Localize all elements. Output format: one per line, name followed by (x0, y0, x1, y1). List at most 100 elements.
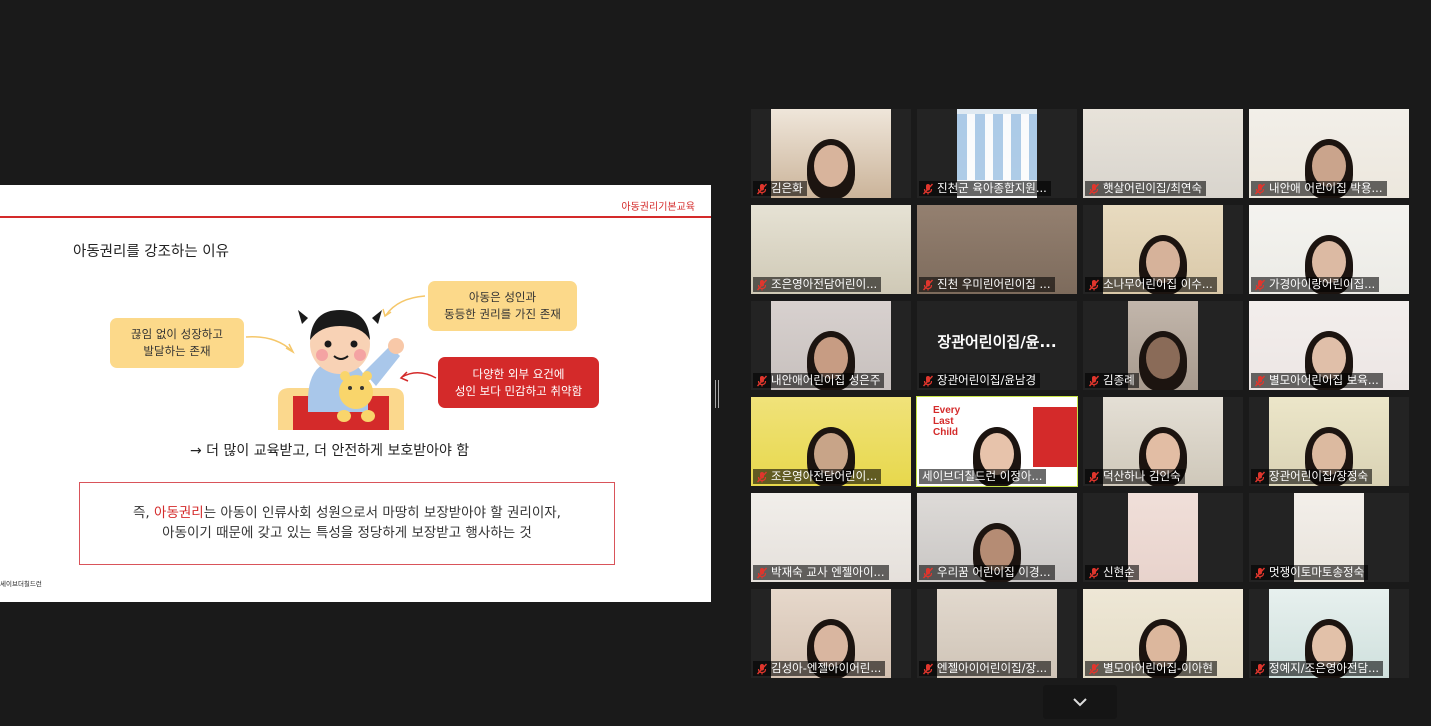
participant-tile[interactable]: 진천군 육아종합지원... (917, 109, 1077, 198)
mic-muted-icon (756, 279, 768, 290)
participant-name-label: 김은화 (753, 181, 807, 196)
participant-tile[interactable]: 내안애 어린이집 박용... (1249, 109, 1409, 198)
mic-muted-icon (756, 567, 768, 578)
participant-name-label: 신현순 (1085, 565, 1139, 580)
participant-name: 별모아어린이집-이아현 (1103, 661, 1213, 675)
participant-name-label: 장관어린이집/윤남경 (919, 373, 1041, 388)
child-with-teddy-illustration (278, 310, 404, 430)
participant-name-label: 조은영아전담어린이... (753, 469, 882, 484)
participant-name: 소나무어린이집 이수... (1103, 277, 1213, 291)
participant-name: 박재숙 교사 엔젤아이... (771, 565, 885, 579)
more-participants-button[interactable] (1043, 685, 1117, 719)
participant-name: 진천 우미린어린이집 ... (937, 277, 1051, 291)
participant-name-label: 진천 우미린어린이집 ... (919, 277, 1055, 292)
mic-muted-icon (922, 375, 934, 386)
participant-name: 장관어린이집/장정숙 (1269, 469, 1369, 483)
participant-name-placeholder: 장관어린이집/윤... (937, 333, 1057, 351)
mic-muted-icon (922, 279, 934, 290)
participant-tile[interactable]: 우리꿈 어린이집 이경... (917, 493, 1077, 582)
participant-name: 신현순 (1103, 565, 1135, 579)
participant-tile[interactable]: 박재숙 교사 엔젤아이... (751, 493, 911, 582)
participant-tile[interactable]: 정예지/조은영아전담... (1249, 589, 1409, 678)
mic-muted-icon (1254, 471, 1266, 482)
mic-muted-icon (922, 567, 934, 578)
participant-name-label: 조은영아전담어린이... (753, 277, 882, 292)
slide-summary-box: 즉, 아동권리는 아동이 인류사회 성원으로서 마땅히 보장받아야 할 권리이자… (79, 482, 615, 565)
participant-tile[interactable]: 엔젤아이어린이집/장... (917, 589, 1077, 678)
participant-name: 내안애어린이집 성은주 (771, 373, 881, 387)
participant-name-label: 내안애 어린이집 박용... (1251, 181, 1387, 196)
mic-muted-icon (1088, 279, 1100, 290)
participant-tile[interactable]: 장관어린이집/장정숙 (1249, 397, 1409, 486)
participant-name: 김성아-엔젤아이어린... (771, 661, 882, 675)
mic-muted-icon (1088, 567, 1100, 578)
participant-name: 김은화 (771, 181, 803, 195)
participant-tile[interactable]: 가경아이랑어린이집... (1249, 205, 1409, 294)
mic-muted-icon (1254, 279, 1266, 290)
participant-tile[interactable]: 햇살어린이집/최연숙 (1083, 109, 1243, 198)
participant-tile[interactable]: Every Last Child 세이브더칠드런 이정아... (916, 396, 1078, 487)
split-resize-handle[interactable] (715, 380, 719, 408)
participant-name-label: 정예지/조은영아전담... (1251, 661, 1384, 676)
mic-muted-icon (1254, 567, 1266, 578)
participant-name-label: 우리꿈 어린이집 이경... (919, 565, 1055, 580)
participant-name: 조은영아전담어린이... (771, 469, 878, 483)
participant-tile[interactable]: 멋쟁이토마토송정숙 (1249, 493, 1409, 582)
slide-conclusion: → 더 많이 교육받고, 더 안전하게 보호받아야 함 (190, 443, 470, 459)
participant-tile[interactable]: 김성아-엔젤아이어린... (751, 589, 911, 678)
summary-line-1: 즉, 아동권리는 아동이 인류사회 성원으로서 마땅히 보장받아야 할 권리이자… (80, 503, 614, 523)
participant-tile[interactable]: 조은영아전담어린이... (751, 205, 911, 294)
participant-tile[interactable]: 덕산하나 김인숙 (1083, 397, 1243, 486)
mic-muted-icon (1088, 183, 1100, 194)
mic-muted-icon (756, 471, 768, 482)
participant-name: 햇살어린이집/최연숙 (1103, 181, 1203, 195)
participant-gallery: 김은화 진천군 육아종합지원... 햇살어린이집/최연숙 내안애 어린이집 박용...… (751, 109, 1410, 679)
video-meeting-window: 아동권리기본교육 아동권리를 강조하는 이유 끊임 없이 성장하고 발달하는 존… (0, 0, 1431, 726)
participant-name-label: 멋쟁이토마토송정숙 (1251, 565, 1369, 580)
summary-prefix: 즉, (133, 505, 155, 521)
mic-muted-icon (922, 183, 934, 194)
participant-tile[interactable]: 김종례 (1083, 301, 1243, 390)
participant-name-label: 별모아어린이집 보육... (1251, 373, 1383, 388)
participant-tile[interactable]: 김은화 (751, 109, 911, 198)
participant-name: 정예지/조은영아전담... (1269, 661, 1380, 675)
participant-tile[interactable]: 별모아어린이집 보육... (1249, 301, 1409, 390)
participant-tile[interactable]: 내안애어린이집 성은주 (751, 301, 911, 390)
participant-name: 세이브더칠드런 이정아... (922, 469, 1043, 483)
participant-name: 별모아어린이집 보육... (1269, 373, 1379, 387)
mic-muted-icon (1254, 183, 1266, 194)
participant-name: 덕산하나 김인숙 (1103, 469, 1181, 483)
backdrop-poster (957, 114, 1037, 180)
participant-face (1146, 337, 1180, 379)
participant-name-label: 소나무어린이집 이수... (1085, 277, 1217, 292)
participant-tile[interactable]: 별모아어린이집-이아현 (1083, 589, 1243, 678)
chevron-down-icon (1073, 697, 1087, 706)
participant-face (814, 145, 848, 187)
participant-name-label: 세이브더칠드런 이정아... (919, 469, 1047, 484)
participant-tile[interactable]: 진천 우미린어린이집 ... (917, 205, 1077, 294)
participant-tile[interactable]: 장관어린이집/윤... 장관어린이집/윤남경 (917, 301, 1077, 390)
shared-screen-slide: 아동권리기본교육 아동권리를 강조하는 이유 끊임 없이 성장하고 발달하는 존… (0, 185, 711, 602)
participant-name-label: 내안애어린이집 성은주 (753, 373, 885, 388)
mic-muted-icon (756, 183, 768, 194)
participant-name: 엔젤아이어린이집/장... (937, 661, 1048, 675)
banner-graphic (1033, 407, 1077, 467)
summary-line-2: 아동이기 때문에 갖고 있는 특성을 정당하게 보장받고 행사하는 것 (162, 525, 532, 541)
participant-name-label: 엔젤아이어린이집/장... (919, 661, 1052, 676)
participant-name: 장관어린이집/윤남경 (937, 373, 1037, 387)
banner-text: Every Last Child (933, 405, 961, 438)
participant-name-label: 박재숙 교사 엔젤아이... (753, 565, 889, 580)
participant-tile[interactable]: 신현순 (1083, 493, 1243, 582)
participant-name: 멋쟁이토마토송정숙 (1269, 565, 1365, 579)
summary-highlight: 아동권리 (154, 505, 204, 521)
participant-name: 우리꿈 어린이집 이경... (937, 565, 1051, 579)
participant-name-label: 햇살어린이집/최연숙 (1085, 181, 1207, 196)
participant-tile[interactable]: 조은영아전담어린이... (751, 397, 911, 486)
save-the-children-logo: 세이브더칠드런 (0, 580, 42, 588)
mic-muted-icon (1088, 375, 1100, 386)
participant-name: 내안애 어린이집 박용... (1269, 181, 1383, 195)
mic-muted-icon (1254, 663, 1266, 674)
mic-muted-icon (1088, 663, 1100, 674)
participant-tile[interactable]: 소나무어린이집 이수... (1083, 205, 1243, 294)
participant-name: 김종례 (1103, 373, 1135, 387)
